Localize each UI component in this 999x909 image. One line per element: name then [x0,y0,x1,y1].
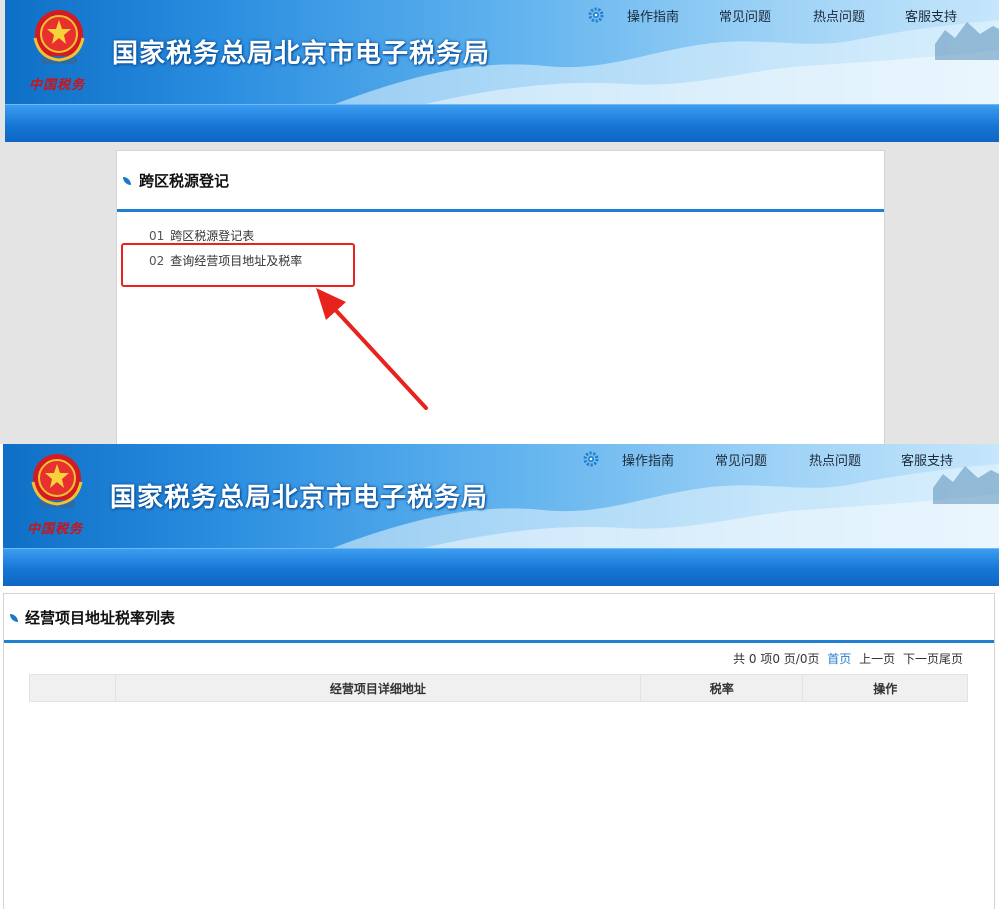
register-panel: 跨区税源登记 01 跨区税源登记表 02 查询经营项目地址及税率 [116,150,885,444]
screenshot-top: 中国税务 国家税务总局北京市电子税务局 操作指南 常见问题 热点问题 客服支持 … [0,0,999,444]
panel-title: 跨区税源登记 [139,172,230,190]
emblem-caption: 中国税务 [29,78,86,93]
link-guide[interactable]: 操作指南 [622,450,674,469]
pagination: 共 0 项0 页/0页 首页 上一页 下一页尾页 [729,650,963,667]
link-hot-issues[interactable]: 热点问题 [813,6,865,25]
emblem-caption: 中国税务 [27,522,84,537]
header-spacer [29,674,116,702]
col-action: 操作 [802,674,968,702]
col-rate: 税率 [639,674,804,702]
emblem-icon [33,10,85,64]
item-number: 01 [149,229,165,243]
link-support[interactable]: 客服支持 [905,6,957,25]
nav-strip [3,548,999,586]
screenshot-bottom: 中国税务 国家税务总局北京市电子税务局 操作指南 常见问题 热点问题 客服支持 … [0,444,999,909]
rate-list-panel: 经营项目地址税率列表 [3,593,995,909]
leaf-icon [10,614,18,622]
header-banner: 中国税务 国家税务总局北京市电子税务局 操作指南 常见问题 热点问题 客服支持 [5,0,999,104]
panel-header: 经营项目地址税率列表 [4,594,994,643]
site-title: 国家税务总局北京市电子税务局 [112,39,491,69]
link-guide[interactable]: 操作指南 [627,6,679,25]
pager-first-link[interactable]: 首页 [827,652,851,666]
pager-prev-link[interactable]: 上一页 [859,652,895,666]
panel-header: 跨区税源登记 [117,151,884,212]
link-faq[interactable]: 常见问题 [715,450,767,469]
gear-icon[interactable] [583,451,599,467]
item-label: 跨区税源登记表 [170,229,255,243]
leaf-icon [123,177,131,185]
gear-icon[interactable] [588,7,604,23]
pager-summary: 共 0 项0 页/0页 [733,652,820,666]
link-support[interactable]: 客服支持 [901,450,953,469]
header-banner: 中国税务 国家税务总局北京市电子税务局 操作指南 常见问题 热点问题 客服支持 [3,444,999,548]
link-hot-issues[interactable]: 热点问题 [809,450,861,469]
col-address: 经营项目详细地址 [114,674,641,702]
emblem-icon [31,454,83,508]
rate-table: 经营项目详细地址 税率 操作 [29,674,968,702]
menu-item-register-form[interactable]: 01 跨区税源登记表 [149,227,254,244]
link-faq[interactable]: 常见问题 [719,6,771,25]
nav-strip [5,104,999,142]
table-header-row: 经营项目详细地址 税率 操作 [29,674,968,702]
pager-next-last-link[interactable]: 下一页尾页 [903,652,963,666]
annotation-highlight-box [121,243,355,287]
site-title: 国家税务总局北京市电子税务局 [110,483,489,513]
panel-title: 经营项目地址税率列表 [25,609,176,627]
annotation-arrow-icon [316,288,428,410]
